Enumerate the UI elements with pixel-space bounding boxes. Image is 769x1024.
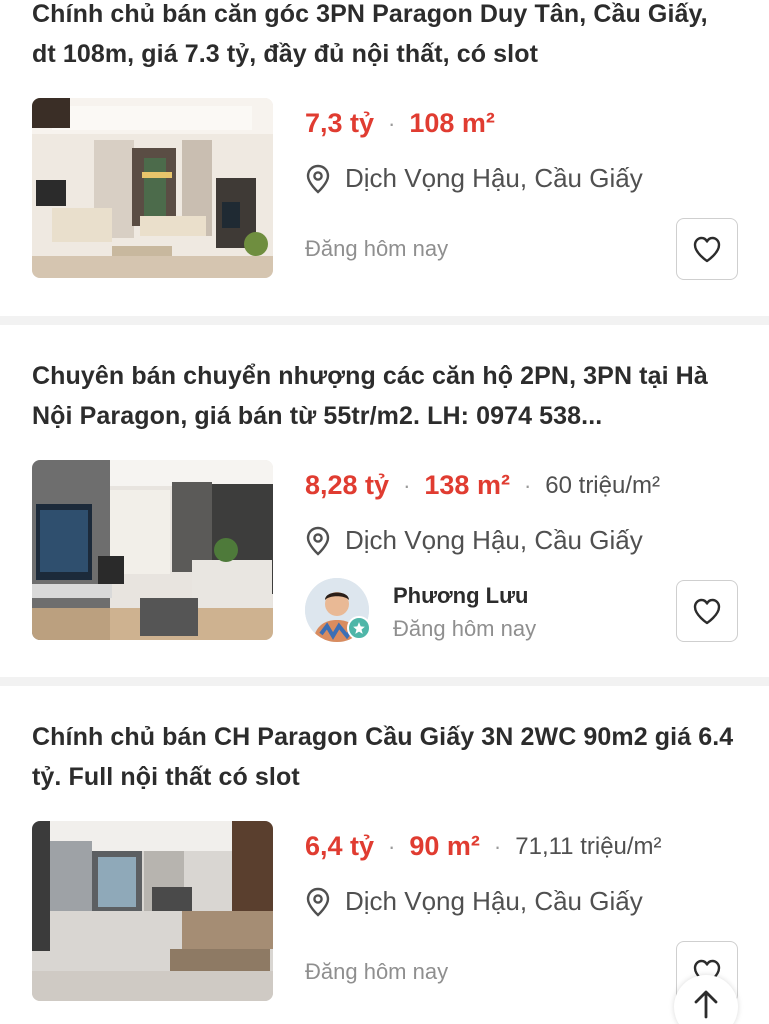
listing-title[interactable]: Chính chủ bán CH Paragon Cầu Giấy 3N 2WC… (32, 717, 737, 797)
heart-outline-icon (693, 598, 721, 625)
living-room-photo (32, 98, 273, 278)
separator-dot: · (388, 110, 396, 136)
location-row: Dịch Vọng Hậu, Cầu Giấy (305, 163, 643, 194)
living-room-photo (32, 460, 273, 640)
location-pin-icon (306, 887, 330, 917)
arrow-up-icon (694, 990, 718, 1019)
listing-photo[interactable] (32, 821, 273, 1001)
listing-divider (0, 316, 769, 325)
separator-dot: · (388, 833, 396, 859)
listing-card-1[interactable]: Chính chủ bán căn góc 3PN Paragon Duy Tâ… (0, 0, 769, 316)
living-room-photo (32, 821, 273, 1001)
listing-photo[interactable] (32, 460, 273, 640)
location-pin-icon (306, 164, 330, 194)
area: 108 m² (409, 108, 495, 138)
location-row: Dịch Vọng Hậu, Cầu Giấy (305, 886, 643, 917)
listing-title[interactable]: Chuyên bán chuyển nhượng các căn hộ 2PN,… (32, 356, 737, 436)
area: 138 m² (424, 470, 510, 500)
location-text: Dịch Vọng Hậu, Cầu Giấy (345, 525, 643, 555)
price-area-row: 6,4 tỷ · 90 m² · 71,11 triệu/m² (305, 831, 662, 862)
heart-outline-icon (693, 236, 721, 263)
posted-date: Đăng hôm nay (305, 959, 449, 984)
agent-name[interactable]: Phương Lưu (393, 583, 528, 609)
location-row: Dịch Vọng Hậu, Cầu Giấy (305, 525, 643, 556)
verified-badge-icon (347, 616, 371, 640)
location-text: Dịch Vọng Hậu, Cầu Giấy (345, 163, 643, 193)
posted-date: Đăng hôm nay (305, 236, 449, 261)
price: 7,3 tỷ (305, 108, 375, 138)
price: 6,4 tỷ (305, 831, 375, 861)
listing-card-3[interactable]: Chính chủ bán CH Paragon Cầu Giấy 3N 2WC… (0, 686, 769, 1024)
price-per-m2: 71,11 triệu/m² (515, 832, 662, 860)
listing-card-2[interactable]: Chuyên bán chuyển nhượng các căn hộ 2PN,… (0, 325, 769, 677)
favorite-button[interactable] (676, 580, 738, 642)
separator-dot: · (403, 472, 411, 498)
area: 90 m² (409, 831, 480, 861)
listing-photo[interactable] (32, 98, 273, 278)
price-area-row: 7,3 tỷ · 108 m² (305, 108, 495, 139)
price-area-row: 8,28 tỷ · 138 m² · 60 triệu/m² (305, 470, 660, 501)
listing-divider (0, 677, 769, 686)
listing-title[interactable]: Chính chủ bán căn góc 3PN Paragon Duy Tâ… (32, 0, 737, 74)
favorite-button[interactable] (676, 218, 738, 280)
location-pin-icon (306, 526, 330, 556)
separator-dot: · (493, 833, 502, 859)
location-text: Dịch Vọng Hậu, Cầu Giấy (345, 886, 643, 916)
posted-date: Đăng hôm nay (393, 616, 537, 641)
price-per-m2: 60 triệu/m² (545, 471, 660, 499)
separator-dot: · (523, 472, 532, 498)
price: 8,28 tỷ (305, 470, 390, 500)
